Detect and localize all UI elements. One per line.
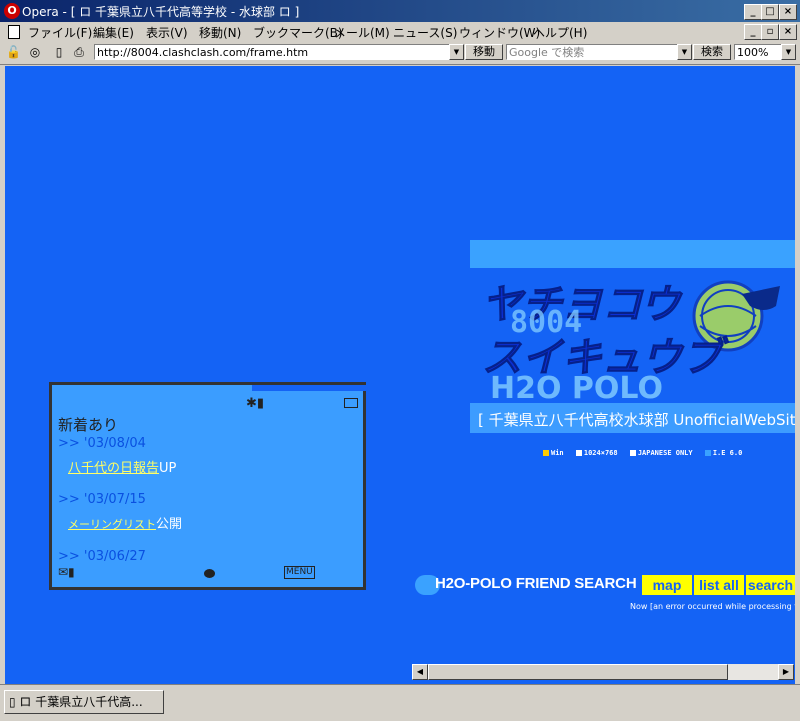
page-content: ヤチヨコウ 8004 スイキュウブ H2O POLO [ 千葉県立八千代高校水球… <box>5 66 795 684</box>
subtitle-band: [ 千葉県立八千代高校水球部 UnofficialWebSite <box>470 403 795 433</box>
menu-help[interactable]: ヘルプ(H) <box>533 24 587 41</box>
mail-icon[interactable]: ✉▮ <box>58 565 75 579</box>
header-stripe <box>470 240 795 268</box>
title-bar: O Opera - [ ロ 千葉県立八千代高等学校 - 水球部 ロ ] _ □ … <box>0 0 800 22</box>
menu-view[interactable]: 表示(V) <box>146 24 188 41</box>
site-logo: ヤチヨコウ 8004 スイキュウブ H2O POLO <box>482 280 780 406</box>
friend-search-status: Now [an error occurred while processing … <box>630 602 795 611</box>
news-phone-widget: ✱▮ 新着あり >> '03/08/04 八千代の日報告UP >> '03/07… <box>49 382 369 590</box>
minimize-button[interactable]: _ <box>744 4 762 20</box>
wand-icon[interactable]: ◎ <box>28 45 42 59</box>
news-item: メーリングリスト公開 <box>68 513 182 532</box>
news-suffix: 公開 <box>156 517 183 532</box>
close-button[interactable]: × <box>779 4 797 20</box>
menu-window[interactable]: ウィンドウ(W) <box>459 24 540 41</box>
language-icon <box>629 450 636 456</box>
monitor-icon <box>575 450 582 456</box>
news-suffix: UP <box>159 461 177 476</box>
spec-browser: I.E 6.0 <box>712 449 743 457</box>
spec-language: JAPANESE ONLY <box>637 449 693 457</box>
address-dropdown-button[interactable]: ▼ <box>449 44 464 60</box>
windows-icon <box>543 450 549 456</box>
center-button-icon[interactable] <box>204 569 215 578</box>
news-date: >> '03/07/15 <box>58 492 146 507</box>
page-icon <box>8 25 20 39</box>
lock-icon[interactable]: 🔓 <box>6 45 21 59</box>
news-link-report[interactable]: 八千代の日報告 <box>68 461 159 476</box>
menu-mail[interactable]: メール(M) <box>334 24 390 41</box>
menu-news[interactable]: ニュース(S) <box>393 24 457 41</box>
maximize-button[interactable]: □ <box>761 4 779 20</box>
spec-os: Win <box>551 449 564 457</box>
news-heading: 新着あり <box>58 416 119 434</box>
menu-edit[interactable]: 編集(E) <box>93 24 134 41</box>
scroll-left-button[interactable]: ◀ <box>412 664 428 680</box>
zoom-dropdown-button[interactable]: ▼ <box>781 44 796 60</box>
signal-icon: ✱▮ <box>246 396 265 411</box>
map-button[interactable]: map <box>642 575 692 595</box>
logo-h2opolo-text: H2O POLO <box>490 371 663 406</box>
list-all-button[interactable]: list all <box>694 575 744 595</box>
menu-navigate[interactable]: 移動(N) <box>199 24 241 41</box>
battery-icon <box>344 398 358 408</box>
menu-bookmarks[interactable]: ブックマーク(B) <box>253 24 343 41</box>
search-engine-dropdown-button[interactable]: ▼ <box>677 44 692 60</box>
window-title: Opera - [ ロ 千葉県立八千代高等学校 - 水球部 ロ ] <box>22 5 300 19</box>
menu-bar: ファイル(F) 編集(E) 表示(V) 移動(N) ブックマーク(B) メール(… <box>0 22 800 42</box>
spec-info: Win 1024×768 JAPANESE ONLY I.E 6.0 <box>543 449 750 457</box>
site-subtitle: [ 千葉県立八千代高校水球部 UnofficialWebSite <box>478 411 795 429</box>
new-page-icon[interactable]: ▯ <box>52 45 66 59</box>
phone-menu-button[interactable]: MENU <box>284 566 315 579</box>
go-button[interactable]: 移動 <box>465 44 503 60</box>
opera-logo-icon: O <box>4 3 20 19</box>
news-item: 八千代の日報告UP <box>68 457 176 476</box>
mdi-close-button[interactable]: × <box>779 24 797 40</box>
page-tab[interactable]: ▯ ロ 千葉県立八千代高... <box>4 690 164 714</box>
tab-page-icon: ▯ <box>9 695 20 709</box>
tab-title: ロ 千葉県立八千代高... <box>19 695 143 709</box>
address-input[interactable]: http://8004.clashclash.com/frame.htm <box>94 44 450 60</box>
spec-resolution: 1024×768 <box>583 449 618 457</box>
phone-notch <box>252 385 369 391</box>
scroll-thumb[interactable] <box>428 664 728 680</box>
friend-search-title: H2O-POLO FRIEND SEARCH <box>435 575 637 592</box>
horizontal-scrollbar[interactable]: ◀ ▶ <box>412 664 794 680</box>
mdi-minimize-button[interactable]: _ <box>744 24 762 40</box>
search-button[interactable]: 検索 <box>693 44 731 60</box>
mdi-restore-button[interactable]: ▫ <box>761 24 779 40</box>
news-link-mailinglist[interactable]: メーリングリスト <box>68 518 156 531</box>
print-icon[interactable]: ⎙ <box>72 45 86 59</box>
ie-icon <box>704 450 711 456</box>
news-date: >> '03/06/27 <box>58 549 146 564</box>
scroll-right-button[interactable]: ▶ <box>778 664 794 680</box>
menu-file[interactable]: ファイル(F) <box>28 24 92 41</box>
search-input[interactable]: Google で検索 <box>506 44 678 60</box>
search-site-button[interactable]: search <box>746 575 795 595</box>
zoom-field[interactable]: 100% <box>734 44 782 60</box>
news-date: >> '03/08/04 <box>58 436 146 451</box>
